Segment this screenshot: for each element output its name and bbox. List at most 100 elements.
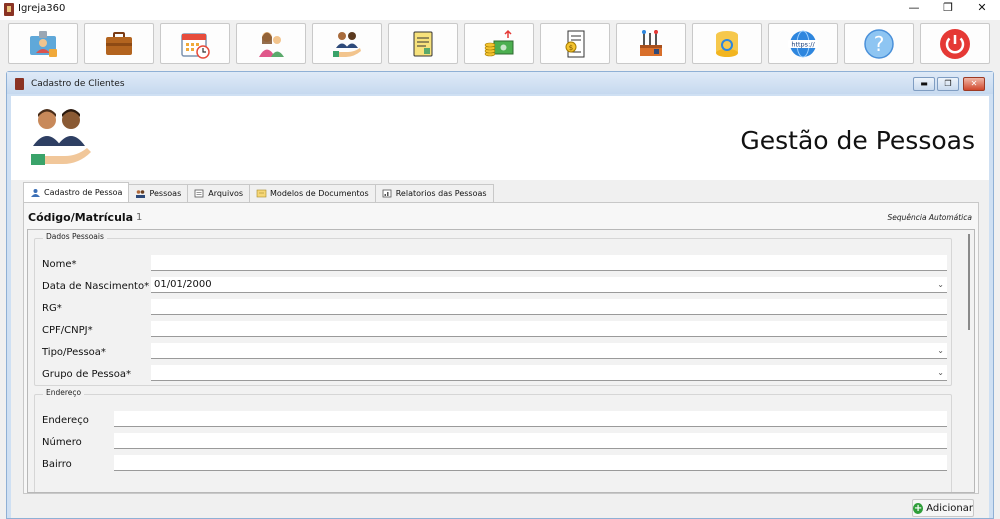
dados-pessoais-group: Dados Pessoais Nome* Data de Nascimento*… [34,232,952,386]
tab-label: Pessoas [149,189,182,198]
add-button[interactable]: + Adicionar [912,499,974,517]
people-management-icon [31,109,91,165]
nome-input[interactable] [151,255,947,271]
person-icon [31,189,40,197]
help-icon: ? [864,28,894,59]
tab-cadastro-pessoa[interactable]: Cadastro de Pessoa [23,182,130,202]
code-value: 1 [136,212,143,223]
toolbar-people-button[interactable] [312,23,382,64]
code-label: Código/Matrícula [28,211,134,224]
documents-icon [413,31,433,56]
close-button[interactable]: ✕ [964,0,1000,18]
endereco-label: Endereço [42,415,89,426]
receipt-icon: $ [565,30,585,57]
child-window-body: Gestão de Pessoas Cadastro de Pessoa Pes… [11,96,989,518]
group-title: Endereço [43,388,85,397]
group-title: Dados Pessoais [43,232,107,241]
toolbar-documents-button[interactable] [388,23,458,64]
tab-label: Arquivos [208,189,244,198]
cadastro-clientes-window: Cadastro de Clientes ▬ ❐ ✕ Gestão de Pes… [6,71,994,519]
grupo-label: Grupo de Pessoa* [42,369,132,380]
document-template-icon [256,189,267,198]
child-window-titlebar: Cadastro de Clientes ▬ ❐ ✕ [7,72,993,94]
tab-modelos-documentos[interactable]: Modelos de Documentos [249,184,376,202]
chevron-down-icon[interactable]: ⌄ [937,343,944,359]
toolbar-receipt-button[interactable]: $ [540,23,610,64]
endereco-input[interactable] [114,411,947,427]
child-close-button[interactable]: ✕ [963,77,985,91]
tab-label: Modelos de Documentos [270,189,369,198]
tab-pessoas[interactable]: Pessoas [128,184,189,202]
tipo-select[interactable]: ⌄ [151,343,947,359]
toolbar-web-button[interactable]: https:// [768,23,838,64]
child-restore-button[interactable]: ❐ [937,77,959,91]
rg-label: RG* [42,303,62,314]
calendar-icon [181,32,210,59]
numero-label: Número [42,437,82,448]
nascimento-label: Data de Nascimento* [42,281,150,292]
toolbar-calendar-button[interactable] [160,23,230,64]
toolbar-business-button[interactable] [84,23,154,64]
scrollbar-thumb[interactable] [968,234,970,330]
grupo-select[interactable]: ⌄ [151,365,947,381]
bairro-label: Bairro [42,459,72,470]
nome-label: Nome* [42,259,77,270]
member-card-icon [30,30,57,57]
code-row: Código/Matrícula 1 Sequência Automática [24,207,978,225]
web-icon: https:// [788,30,818,57]
nascimento-value: 01/01/2000 [154,279,212,290]
svg-text:?: ? [874,32,885,56]
tab-relatorios-pessoas[interactable]: Relatorios das Pessoas [374,184,494,202]
toolbar-members-button[interactable] [8,23,78,64]
toolbar-settings-button[interactable] [616,23,686,64]
code-note: Sequência Automática [887,213,972,222]
tab-label: Relatorios das Pessoas [395,189,487,198]
minimize-button[interactable]: — [896,0,932,18]
tab-bar: Cadastro de Pessoa Pessoas Arquivos Mode… [23,182,494,202]
money-icon [484,29,514,56]
rg-input[interactable] [151,299,947,315]
power-icon [940,28,970,59]
cpf-label: CPF/CNPJ* [42,325,93,336]
app-title: Igreja360 [18,3,66,14]
add-icon: + [913,502,924,514]
app-titlebar: Igreja360 — ❐ ✕ [0,0,1000,20]
vertical-scrollbar[interactable] [966,234,972,330]
svg-text:https://: https:// [791,40,815,48]
cpf-input[interactable] [151,321,947,337]
add-button-label: Adicionar [926,502,973,514]
form-scroll-area: Dados Pessoais Nome* Data de Nascimento*… [27,229,975,493]
tipo-label: Tipo/Pessoa* [42,347,106,358]
briefcase-icon [106,31,132,55]
files-icon [194,189,204,198]
page-header: Gestão de Pessoas [11,96,989,180]
toolbar-help-button[interactable]: ? [844,23,914,64]
tools-icon [640,29,662,56]
toolbar-exit-button[interactable] [920,23,990,64]
database-icon [716,30,738,57]
child-window-title: Cadastro de Clientes [31,79,125,89]
toolbar-family-button[interactable] [236,23,306,64]
svg-text:$: $ [569,44,573,52]
nascimento-picker[interactable]: 01/01/2000 ⌄ [151,277,947,293]
main-toolbar: $ https:// ? [0,20,1000,67]
people-icon [136,190,146,198]
tab-label: Cadastro de Pessoa [44,188,123,197]
endereco-group: Endereço Endereço Número Bairro [34,388,952,492]
tab-panel-cadastro: Código/Matrícula 1 Sequência Automática … [23,202,979,494]
people-hands-icon [333,31,361,57]
window-icon [15,78,24,90]
toolbar-backup-button[interactable] [692,23,762,64]
page-title: Gestão de Pessoas [740,126,975,155]
report-icon [382,189,392,198]
bairro-input[interactable] [114,455,947,471]
child-minimize-button[interactable]: ▬ [913,77,935,91]
tab-arquivos[interactable]: Arquivos [187,184,251,202]
toolbar-finance-button[interactable] [464,23,534,64]
app-logo-icon [4,3,14,16]
chevron-down-icon[interactable]: ⌄ [937,277,944,293]
chevron-down-icon[interactable]: ⌄ [937,365,944,381]
family-icon [259,31,284,57]
numero-input[interactable] [114,433,947,449]
maximize-button[interactable]: ❐ [930,0,966,18]
